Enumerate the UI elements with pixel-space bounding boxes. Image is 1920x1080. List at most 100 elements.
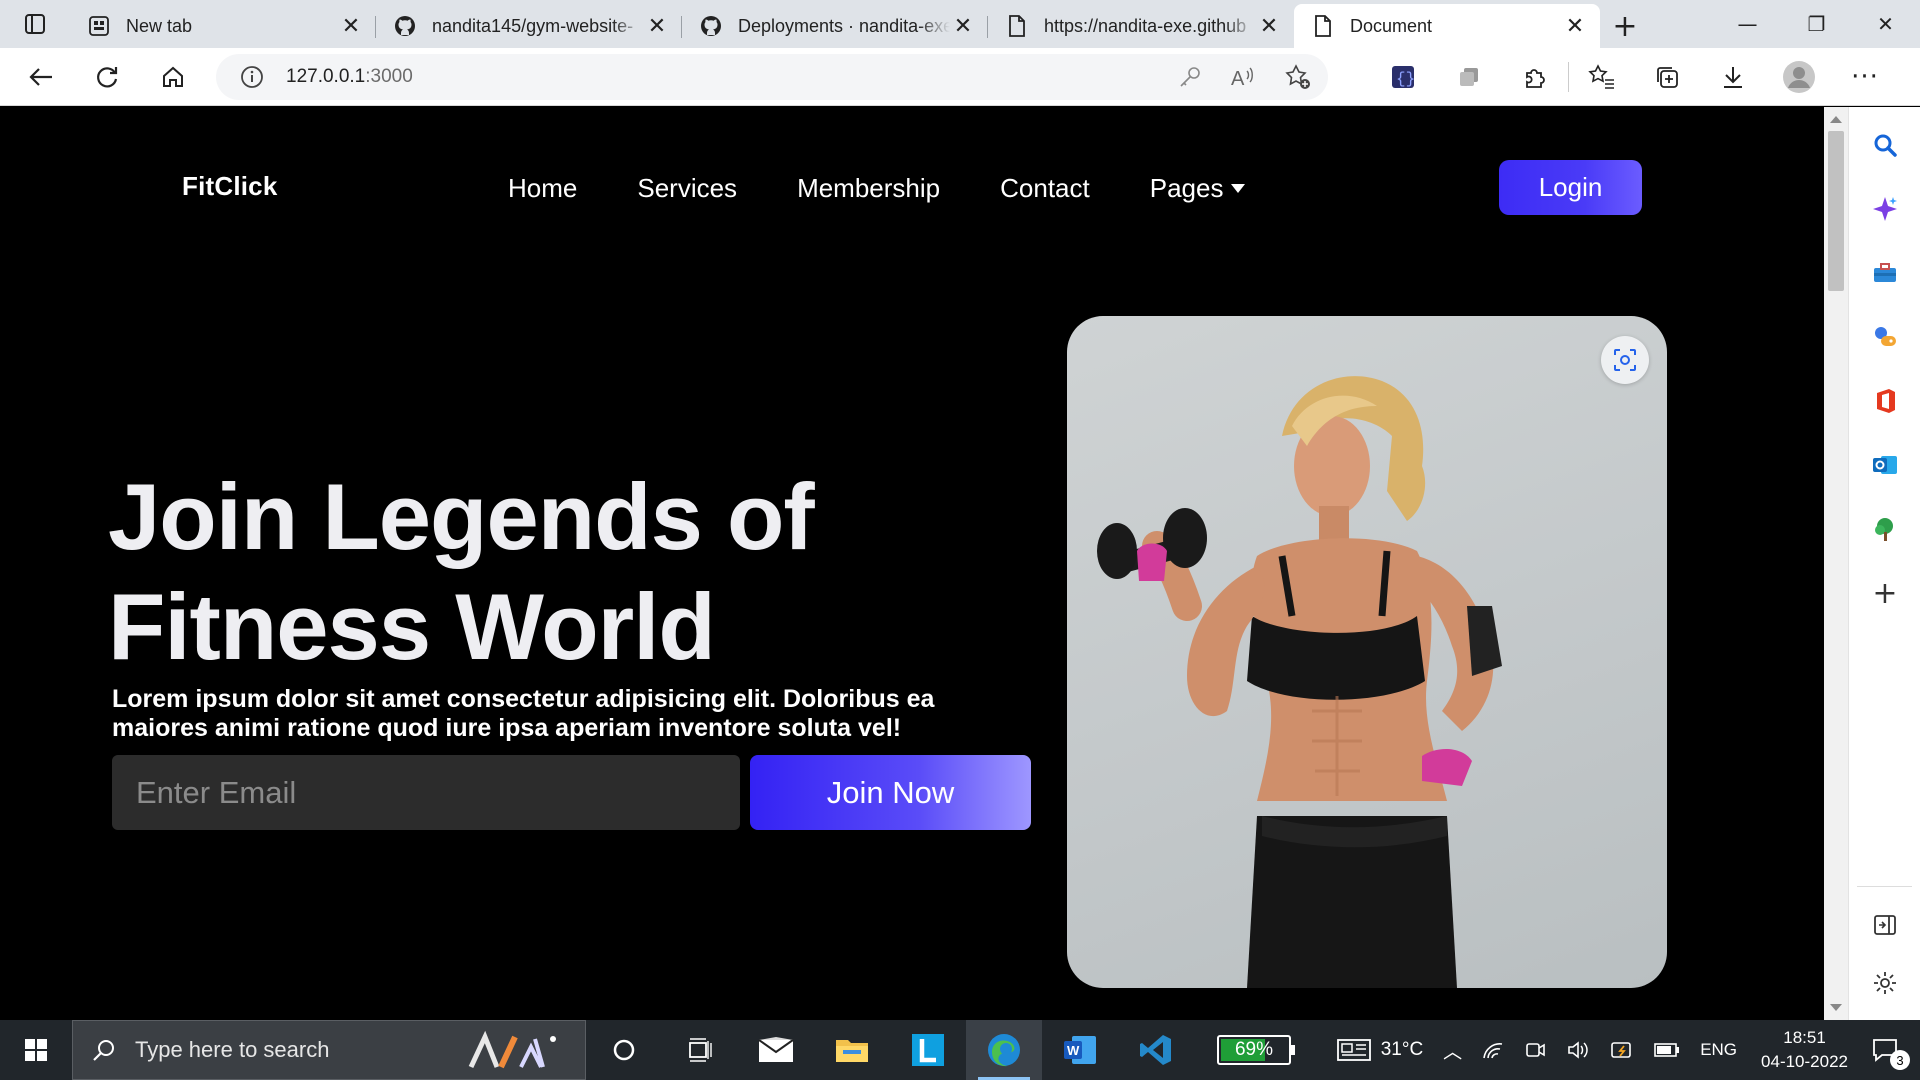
taskbar-mail[interactable] <box>738 1020 814 1080</box>
join-now-button[interactable]: Join Now <box>750 755 1031 830</box>
avatar-icon <box>1783 61 1815 93</box>
sidebar-outlook-button[interactable] <box>1863 443 1907 487</box>
taskbar-l-app[interactable] <box>890 1020 966 1080</box>
edge-sidebar: + <box>1848 107 1920 1020</box>
tray-volume[interactable] <box>1556 1020 1600 1080</box>
address-bar[interactable]: 127.0.0.1:3000 A <box>216 54 1328 100</box>
news-icon <box>1336 1039 1371 1061</box>
start-button[interactable] <box>0 1020 72 1080</box>
close-tab-icon[interactable]: ✕ <box>1256 13 1282 39</box>
puzzle-icon <box>1526 69 1545 88</box>
battery-widget[interactable]: 69% <box>1194 1020 1314 1080</box>
nav-contact[interactable]: Contact <box>1000 173 1090 204</box>
tray-power[interactable] <box>1644 1020 1690 1080</box>
settings-more-button[interactable]: ··· <box>1832 48 1898 106</box>
favorites-button[interactable] <box>1568 62 1634 92</box>
close-tab-icon[interactable]: ✕ <box>338 13 364 39</box>
nav-pages-label: Pages <box>1149 173 1224 203</box>
clock-date: 04-10-2022 <box>1761 1052 1848 1071</box>
taskbar-file-explorer[interactable] <box>814 1020 890 1080</box>
extension-button[interactable] <box>1436 48 1502 106</box>
nav-home[interactable]: Home <box>508 173 577 204</box>
add-favorite-icon[interactable] <box>1284 63 1312 91</box>
key-icon[interactable] <box>1178 65 1202 89</box>
refresh-button[interactable] <box>74 48 140 106</box>
browser-tab-active[interactable]: Document ✕ <box>1294 4 1600 48</box>
browser-tab[interactable]: New tab ✕ <box>70 4 376 48</box>
tray-battery-saver[interactable] <box>1600 1020 1644 1080</box>
site-logo[interactable]: FitClick <box>182 171 278 202</box>
copy-extension-icon <box>1460 68 1478 86</box>
page-scrollbar[interactable] <box>1824 107 1848 1020</box>
browser-tab[interactable]: https://nandita-exe.github ✕ <box>988 4 1294 48</box>
close-tab-icon[interactable]: ✕ <box>1562 13 1588 39</box>
taskbar-word[interactable]: W <box>1042 1020 1118 1080</box>
taskbar-vscode[interactable] <box>1118 1020 1194 1080</box>
sidebar-office-button[interactable] <box>1863 379 1907 423</box>
email-input[interactable] <box>112 755 740 830</box>
restore-button[interactable]: ❐ <box>1782 0 1851 48</box>
search-icon <box>1874 134 1897 157</box>
plus-icon: + <box>1612 8 1638 44</box>
taskbar-edge[interactable] <box>966 1020 1042 1080</box>
back-button[interactable] <box>8 48 74 106</box>
site-info-icon[interactable] <box>240 65 264 89</box>
browser-tab[interactable]: Deployments · nandita-exe ✕ <box>682 4 988 48</box>
login-button[interactable]: Login <box>1499 160 1642 215</box>
sidebar-tools-button[interactable] <box>1863 251 1907 295</box>
task-view-button[interactable] <box>662 1020 738 1080</box>
collections-icon <box>1657 67 1678 88</box>
url-port: :3000 <box>365 66 413 87</box>
nav-membership[interactable]: Membership <box>797 173 940 204</box>
extensions-button[interactable] <box>1502 48 1568 106</box>
sidebar-divider <box>1857 886 1912 887</box>
scroll-down-arrow-icon[interactable] <box>1830 1004 1842 1011</box>
plus-icon: + <box>1872 575 1898 611</box>
sidebar-add-button[interactable]: + <box>1863 571 1907 615</box>
nav-pages-dropdown[interactable]: Pages <box>1150 173 1246 204</box>
tab-actions-button[interactable] <box>0 0 70 48</box>
sidebar-discover-button[interactable] <box>1863 187 1907 231</box>
speaker-icon <box>1568 1041 1588 1059</box>
language-indicator[interactable]: ENG <box>1690 1020 1747 1080</box>
sidebar-settings-button[interactable] <box>1863 961 1907 1005</box>
sidebar-tree-button[interactable] <box>1863 507 1907 551</box>
profile-button[interactable] <box>1766 48 1832 106</box>
cortana-button[interactable] <box>586 1020 662 1080</box>
windows-logo-icon <box>25 1039 47 1061</box>
sparkle-icon <box>1873 197 1897 221</box>
sidebar-search-button[interactable] <box>1863 123 1907 167</box>
scroll-up-arrow-icon[interactable] <box>1830 116 1842 123</box>
show-hidden-icons-button[interactable]: ︿ <box>1433 1020 1472 1080</box>
sidebar-games-button[interactable] <box>1863 315 1907 359</box>
weather-widget[interactable]: 31°C <box>1327 1020 1433 1080</box>
tray-wifi[interactable] <box>1472 1020 1514 1080</box>
address-actions: A <box>1178 54 1312 100</box>
search-icon <box>93 1040 114 1061</box>
nav-services[interactable]: Services <box>637 173 737 204</box>
close-window-button[interactable]: ✕ <box>1851 0 1920 48</box>
clock[interactable]: 18:51 04-10-2022 <box>1747 1026 1862 1074</box>
tray-meet-now[interactable] <box>1514 1020 1556 1080</box>
close-tab-icon[interactable]: ✕ <box>950 13 976 39</box>
close-icon: ✕ <box>1877 12 1894 36</box>
word-icon: W <box>1064 1036 1096 1064</box>
read-aloud-icon[interactable]: A <box>1230 65 1256 89</box>
minimize-button[interactable]: — <box>1713 0 1782 48</box>
taskbar-search-box[interactable]: Type here to search <box>72 1020 586 1080</box>
search-highlight-doodle-icon <box>468 1030 556 1069</box>
browser-tab[interactable]: nandita145/gym-website- ✕ <box>376 4 682 48</box>
close-tab-icon[interactable]: ✕ <box>644 13 670 39</box>
collections-button[interactable] <box>1634 48 1700 106</box>
home-button[interactable] <box>140 48 206 106</box>
scroll-thumb[interactable] <box>1828 131 1844 291</box>
visual-search-button[interactable] <box>1601 336 1649 384</box>
new-tab-button[interactable]: + <box>1600 4 1650 48</box>
sidebar-hide-button[interactable] <box>1863 903 1907 947</box>
action-center-button[interactable]: 3 <box>1862 1020 1920 1080</box>
more-icon: ··· <box>1851 62 1879 92</box>
l-app-icon <box>912 1034 944 1066</box>
downloads-button[interactable] <box>1700 48 1766 106</box>
page-viewport: FitClick Home Services Membership Contac… <box>0 107 1824 1020</box>
extension-button[interactable]: {} <box>1370 48 1436 106</box>
